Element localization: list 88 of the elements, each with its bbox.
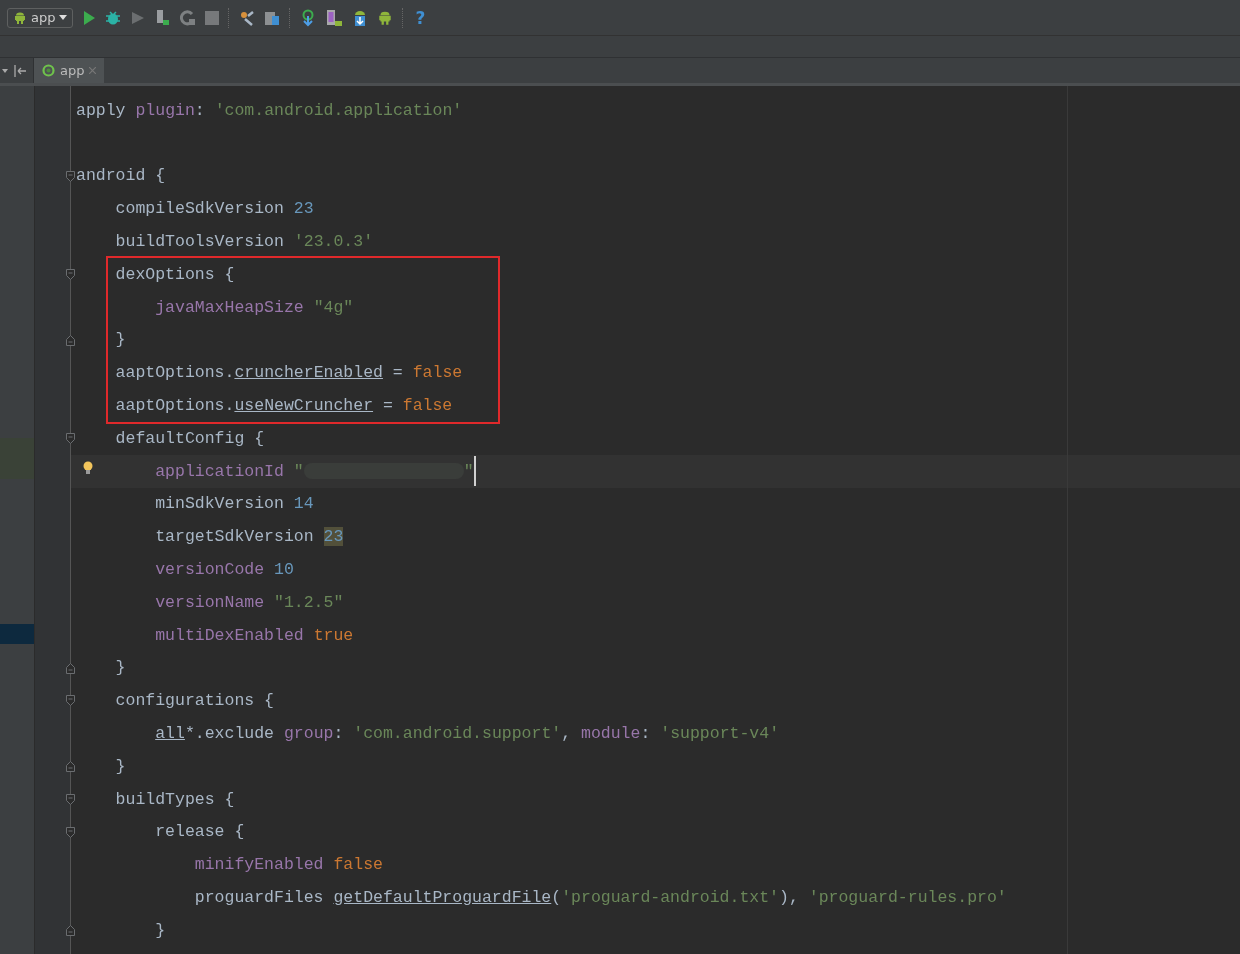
text-cursor	[473, 456, 476, 487]
keyword: false	[412, 363, 463, 383]
code-text: release {	[155, 822, 245, 842]
code-text: proguardFiles	[194, 888, 325, 907]
android-icon	[13, 10, 27, 25]
fold-marker-icon[interactable]	[66, 170, 75, 182]
keyword: false	[402, 396, 453, 416]
string-literal: "	[293, 461, 304, 481]
reference-link[interactable]: useNewCruncher	[234, 396, 374, 416]
device-icon[interactable]	[325, 8, 344, 27]
fold-marker-icon[interactable]	[66, 826, 75, 838]
code-text: compileSdkVersion	[115, 199, 285, 219]
structure-icon[interactable]	[264, 9, 281, 26]
string-literal: 'support-v4'	[660, 724, 780, 744]
code-text: minSdkVersion	[155, 494, 285, 514]
string-literal: 'proguard-android.txt'	[561, 888, 779, 907]
collapse-icon[interactable]	[14, 64, 26, 77]
code-text: (	[551, 888, 562, 907]
code-text: *.exclude	[184, 724, 276, 744]
rerun-icon[interactable]	[180, 9, 197, 26]
string-literal: 'proguard-rules.pro'	[808, 888, 1007, 907]
number-literal: 14	[293, 494, 314, 514]
string-literal: "	[463, 461, 474, 481]
stop-icon[interactable]	[205, 10, 220, 25]
fold-marker-icon[interactable]	[66, 334, 75, 346]
caret-icon	[59, 15, 68, 20]
property-name: minifyEnabled	[194, 855, 325, 875]
android-icon[interactable]	[377, 9, 394, 26]
code-text: }	[115, 658, 126, 678]
code-text: configurations {	[115, 691, 275, 711]
code-text: }	[115, 756, 126, 776]
fold-marker-icon[interactable]	[66, 269, 75, 280]
caret-icon[interactable]	[2, 68, 8, 73]
number-literal: 23	[293, 199, 314, 219]
code-text: defaultConfig {	[115, 428, 265, 448]
fold-marker-icon[interactable]	[66, 695, 75, 707]
code-text: ),	[779, 888, 800, 907]
run-icon[interactable]	[82, 9, 97, 26]
fold-marker-icon[interactable]	[66, 432, 75, 444]
string-literal: '23.0.3'	[293, 232, 374, 252]
code-text: targetSdkVersion	[155, 527, 315, 547]
string-literal: 'com.android.support'	[353, 724, 562, 744]
run-config-dropdown[interactable]: app	[7, 7, 74, 28]
code-text: android {	[76, 166, 166, 186]
code-text: buildTypes {	[115, 789, 235, 809]
fold-marker-icon[interactable]	[66, 924, 75, 936]
code-text: ,	[561, 724, 573, 744]
fold-marker-icon[interactable]	[66, 793, 75, 805]
editor-tab[interactable]: app	[34, 58, 105, 83]
fold-marker-icon[interactable]	[66, 760, 75, 772]
code-text: dexOptions {	[115, 264, 235, 284]
reference-link[interactable]: cruncherEnabled	[234, 363, 383, 383]
code-text: }	[115, 330, 126, 350]
phone-icon[interactable]	[155, 8, 172, 27]
code-text: }	[155, 920, 166, 940]
string-literal: "1.2.5"	[274, 592, 344, 612]
string-literal: "4g"	[313, 297, 354, 317]
wrench-icon[interactable]	[239, 9, 256, 26]
property-name: javaMaxHeapSize	[155, 297, 305, 317]
selection-marker	[0, 624, 34, 644]
property-name: multiDexEnabled	[155, 625, 305, 645]
code-text: =	[391, 363, 404, 383]
code-text: apply	[76, 100, 127, 120]
code-text: aaptOptions.	[115, 363, 235, 383]
reference-link[interactable]: getDefaultProguardFile	[333, 888, 552, 907]
property-name: versionName	[155, 592, 266, 612]
code-text: :	[194, 100, 206, 120]
code-text: =	[381, 396, 394, 416]
bug-icon[interactable]	[105, 9, 122, 26]
property-name: versionCode	[155, 560, 266, 580]
keyword: true	[313, 625, 354, 645]
property-name: plugin	[135, 100, 195, 120]
property-name: group	[283, 724, 334, 744]
code-text: buildToolsVersion	[115, 232, 285, 252]
property-name: module	[581, 724, 641, 744]
close-icon[interactable]	[89, 67, 97, 74]
code-text: aaptOptions.	[115, 396, 235, 416]
fold-marker-icon[interactable]	[66, 662, 75, 674]
string-literal: 'com.android.application'	[214, 100, 463, 120]
property-name: applicationId	[155, 461, 285, 481]
code-text: :	[640, 724, 652, 744]
gradle-module-icon	[42, 64, 55, 77]
lightbulb-icon[interactable]	[83, 460, 93, 475]
reference-link[interactable]: all	[155, 724, 185, 744]
highlighted-number: 23	[323, 527, 344, 547]
number-literal: 10	[274, 560, 294, 580]
code-text: :	[333, 724, 345, 744]
keyword: false	[333, 855, 383, 875]
